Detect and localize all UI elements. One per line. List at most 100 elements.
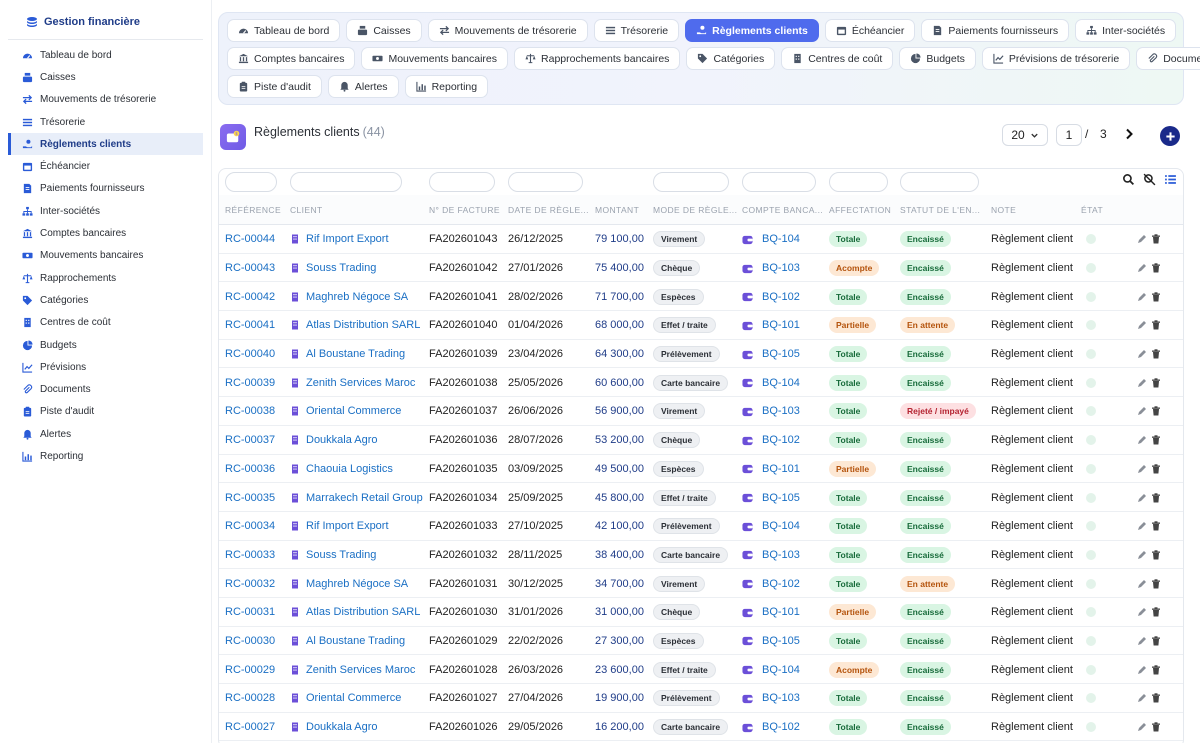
- edit-icon[interactable]: [1137, 693, 1147, 703]
- sidebar-item-piste-d-audit[interactable]: Piste d'audit: [8, 401, 203, 423]
- client-link[interactable]: Doukkala Agro: [290, 426, 378, 455]
- table-row[interactable]: RC-00040 Al Boustane Trading FA202601039 23…: [219, 340, 1183, 369]
- filter-allocation[interactable]: [829, 172, 888, 192]
- edit-icon[interactable]: [1137, 234, 1147, 244]
- reference-link[interactable]: RC-00029: [225, 655, 275, 684]
- tab-inter-societes[interactable]: Inter-sociétés: [1075, 19, 1177, 42]
- column-header[interactable]: STATUT DE L'EN...: [900, 205, 986, 215]
- filter-reference[interactable]: [225, 172, 277, 192]
- client-link[interactable]: Doukkala Agro: [290, 713, 378, 742]
- table-row[interactable]: RC-00035 Marrakech Retail Group FA20260103…: [219, 483, 1183, 512]
- reference-link[interactable]: RC-00043: [225, 254, 275, 283]
- client-link[interactable]: Zenith Services Maroc: [290, 655, 415, 684]
- table-row[interactable]: RC-00036 Chaouia Logistics FA202601035 03/0…: [219, 455, 1183, 484]
- edit-icon[interactable]: [1137, 665, 1147, 675]
- trash-icon[interactable]: [1151, 578, 1161, 589]
- table-row[interactable]: RC-00027 Doukkala Agro FA202601026 29/05/20…: [219, 713, 1183, 742]
- bank-account-link[interactable]: BQ-104: [742, 225, 800, 254]
- client-link[interactable]: Zenith Services Maroc: [290, 368, 415, 397]
- search-icon[interactable]: [1122, 173, 1135, 186]
- tab-reglements-clients[interactable]: Règlements clients: [685, 19, 819, 42]
- table-row[interactable]: RC-00041 Atlas Distribution SARL FA2026010…: [219, 311, 1183, 340]
- trash-icon[interactable]: [1151, 607, 1161, 617]
- sidebar-item-alertes[interactable]: Alertes: [8, 423, 203, 445]
- tab-previsions-de-tresorerie[interactable]: Prévisions de trésorerie: [981, 47, 1131, 70]
- edit-icon[interactable]: [1137, 464, 1147, 474]
- filter-date[interactable]: [508, 172, 583, 192]
- column-header[interactable]: AFFECTATION: [829, 205, 897, 215]
- client-link[interactable]: Souss Trading: [290, 254, 376, 283]
- edit-icon[interactable]: [1137, 550, 1147, 560]
- edit-icon[interactable]: [1137, 320, 1147, 330]
- client-link[interactable]: Al Boustane Trading: [290, 627, 405, 656]
- list-view-icon[interactable]: [1164, 173, 1177, 186]
- bank-account-link[interactable]: BQ-103: [742, 397, 800, 426]
- tab-tresorerie[interactable]: Trésorerie: [593, 19, 680, 42]
- table-row[interactable]: RC-00033 Souss Trading FA202601032 28/11/20…: [219, 541, 1183, 570]
- table-row[interactable]: RC-00028 Oriental Commerce FA202601027 27/0…: [219, 684, 1183, 713]
- filter-status[interactable]: [900, 172, 979, 192]
- sidebar-item-tresorerie[interactable]: Trésorerie: [8, 111, 203, 133]
- trash-icon[interactable]: [1151, 435, 1161, 445]
- sidebar-item-comptes-bancaires[interactable]: Comptes bancaires: [8, 222, 203, 244]
- filter-invoice[interactable]: [429, 172, 495, 192]
- column-header[interactable]: CLIENT: [290, 205, 420, 215]
- edit-icon[interactable]: [1137, 292, 1147, 302]
- column-header[interactable]: ÉTAT: [1081, 205, 1121, 215]
- client-link[interactable]: Rif Import Export: [290, 225, 389, 254]
- clear-filter-icon[interactable]: [1143, 173, 1156, 186]
- tab-documents[interactable]: Documents: [1136, 47, 1200, 70]
- reference-link[interactable]: RC-00042: [225, 282, 275, 311]
- reference-link[interactable]: RC-00037: [225, 426, 275, 455]
- bank-account-link[interactable]: BQ-102: [742, 282, 800, 311]
- tab-piste-d-audit[interactable]: Piste d'audit: [227, 75, 322, 98]
- bank-account-link[interactable]: BQ-105: [742, 340, 800, 369]
- trash-icon[interactable]: [1151, 492, 1161, 503]
- trash-icon[interactable]: [1151, 664, 1161, 675]
- reference-link[interactable]: RC-00034: [225, 512, 275, 541]
- next-page-button[interactable]: [1122, 126, 1136, 142]
- edit-icon[interactable]: [1137, 263, 1147, 273]
- bank-account-link[interactable]: BQ-105: [742, 483, 800, 512]
- column-header[interactable]: NOTE: [991, 205, 1071, 215]
- trash-icon[interactable]: [1151, 234, 1161, 244]
- edit-icon[interactable]: [1137, 521, 1147, 531]
- sidebar-item-paiements-fournisseurs[interactable]: Paiements fournisseurs: [8, 178, 203, 200]
- bank-account-link[interactable]: BQ-102: [742, 426, 800, 455]
- sidebar-item-mouvements-bancaires[interactable]: Mouvements bancaires: [8, 245, 203, 267]
- client-link[interactable]: Atlas Distribution SARL: [290, 598, 420, 627]
- tab-tableau-de-bord[interactable]: Tableau de bord: [227, 19, 341, 42]
- client-link[interactable]: Al Boustane Trading: [290, 340, 405, 369]
- table-row[interactable]: RC-00038 Oriental Commerce FA202601037 26/0…: [219, 397, 1183, 426]
- trash-icon[interactable]: [1151, 292, 1161, 302]
- reference-link[interactable]: RC-00033: [225, 541, 275, 570]
- bank-account-link[interactable]: BQ-102: [742, 713, 800, 742]
- reference-link[interactable]: RC-00036: [225, 455, 275, 484]
- trash-icon[interactable]: [1151, 521, 1161, 531]
- trash-icon[interactable]: [1151, 349, 1161, 359]
- page-input[interactable]: 1: [1056, 124, 1082, 146]
- table-row[interactable]: RC-00032 Maghreb Négoce SA FA202601031 30/1…: [219, 569, 1183, 598]
- column-header[interactable]: RÉFÉRENCE: [225, 205, 285, 215]
- reference-link[interactable]: RC-00030: [225, 627, 275, 656]
- reference-link[interactable]: RC-00038: [225, 397, 275, 426]
- add-button[interactable]: [1160, 126, 1180, 146]
- filter-account[interactable]: [742, 172, 816, 192]
- bank-account-link[interactable]: BQ-105: [742, 627, 800, 656]
- per-page-select[interactable]: 20: [1002, 124, 1048, 146]
- trash-icon[interactable]: [1151, 722, 1161, 732]
- edit-icon[interactable]: [1137, 406, 1147, 416]
- client-link[interactable]: Rif Import Export: [290, 512, 389, 541]
- table-row[interactable]: RC-00031 Atlas Distribution SARL FA2026010…: [219, 598, 1183, 627]
- sidebar-item-mouvements-de-tresorerie[interactable]: Mouvements de trésorerie: [8, 89, 203, 111]
- reference-link[interactable]: RC-00039: [225, 368, 275, 397]
- bank-account-link[interactable]: BQ-103: [742, 541, 800, 570]
- sidebar-item-caisses[interactable]: Caisses: [8, 66, 203, 88]
- filter-client[interactable]: [290, 172, 402, 192]
- client-link[interactable]: Maghreb Négoce SA: [290, 569, 408, 598]
- trash-icon[interactable]: [1151, 263, 1161, 273]
- bank-account-link[interactable]: BQ-102: [742, 569, 800, 598]
- column-header[interactable]: MODE DE RÈGLE...: [653, 205, 738, 215]
- table-row[interactable]: RC-00034 Rif Import Export FA202601033 27/1…: [219, 512, 1183, 541]
- table-row[interactable]: RC-00042 Maghreb Négoce SA FA202601041 28/0…: [219, 282, 1183, 312]
